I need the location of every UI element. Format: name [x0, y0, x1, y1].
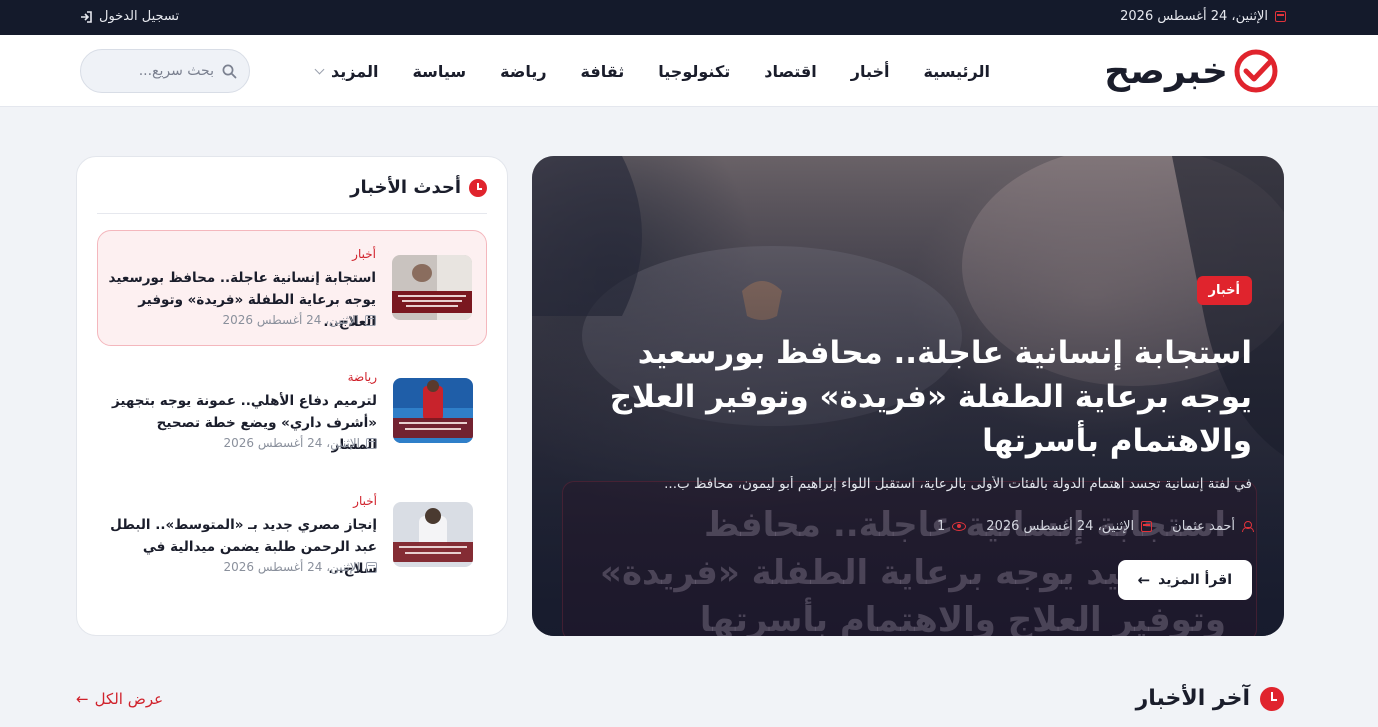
hero-views: 1	[937, 519, 967, 534]
current-date-text: الإثنين، 24 أغسطس 2026	[1120, 9, 1268, 24]
latest-news-title: أحدث الأخبار	[350, 177, 461, 198]
calendar-icon	[1141, 521, 1153, 532]
logo-text: خبرصح	[1104, 50, 1229, 92]
news-date-text: الإثنين، 24 أغسطس 2026	[222, 313, 359, 327]
nav-item-politics[interactable]: سياسة	[412, 62, 466, 81]
nav-item-economy[interactable]: اقتصاد	[764, 62, 816, 81]
main-nav: الرئيسية أخبار اقتصاد تكنولوجيا ثقافة ري…	[314, 62, 991, 81]
hero-date-text: الإثنين، 24 أغسطس 2026	[986, 519, 1135, 534]
eye-icon	[952, 522, 967, 531]
nav-item-news[interactable]: أخبار	[851, 62, 890, 81]
nav-item-home[interactable]: الرئيسية	[924, 62, 991, 81]
chevron-down-icon	[314, 64, 325, 75]
sign-in-icon	[81, 10, 92, 23]
search-icon[interactable]	[222, 64, 237, 79]
read-more-label: اقرأ المزيد	[1158, 572, 1232, 588]
news-date: الإثنين، 24 أغسطس 2026	[223, 436, 377, 450]
hero-author-name: أحمد عثمان	[1172, 519, 1235, 534]
view-all-label: عرض الكل	[94, 690, 164, 708]
nav-more-label: المزيد	[331, 62, 379, 81]
news-thumbnail	[392, 255, 472, 320]
user-icon	[1242, 521, 1254, 532]
news-category[interactable]: أخبار	[352, 247, 376, 261]
hero-inset-image: استجابة إنسانية عاجلة.. محافظ بورسعيد يوج…	[562, 481, 1257, 636]
hero-article[interactable]: استجابة إنسانية عاجلة.. محافظ بورسعيد يوج…	[532, 156, 1284, 636]
top-bar: الإثنين، 24 أغسطس 2026 تسجيل الدخول	[0, 0, 1378, 35]
list-item[interactable]: أخبار استجابة إنسانية عاجلة.. محافظ بورس…	[97, 230, 487, 346]
read-more-button[interactable]: اقرأ المزيد ←	[1117, 560, 1252, 600]
latest-news-section-heading: آخر الأخبار	[1136, 686, 1284, 711]
hero-excerpt: في لفتة إنسانية تجسد اهتمام الدولة بالفئ…	[664, 476, 1252, 492]
list-item[interactable]: رياضة لترميم دفاع الأهلي.. عمونة يوجه بت…	[97, 354, 487, 470]
hero-category-badge[interactable]: أخبار	[1196, 276, 1252, 305]
nav-item-culture[interactable]: ثقافة	[581, 62, 625, 81]
hero-meta: أحمد عثمان الإثنين، 24 أغسطس 2026 1	[937, 519, 1254, 534]
site-logo[interactable]: خبرصح	[1104, 47, 1280, 95]
news-thumbnail	[393, 502, 473, 567]
hero-title[interactable]: استجابة إنسانية عاجلة.. محافظ بورسعيد يو…	[572, 331, 1252, 463]
login-link[interactable]: تسجيل الدخول	[80, 9, 179, 24]
calendar-icon	[365, 314, 376, 326]
nav-item-more[interactable]: المزيد	[314, 62, 379, 81]
calendar-icon	[366, 561, 377, 573]
search-input[interactable]	[104, 63, 214, 79]
site-header: خبرصح الرئيسية أخبار اقتصاد تكنولوجيا ثق…	[0, 35, 1378, 107]
nav-item-technology[interactable]: تكنولوجيا	[658, 62, 730, 81]
login-label: تسجيل الدخول	[99, 9, 180, 24]
news-date: الإثنين، 24 أغسطس 2026	[222, 313, 376, 327]
check-circle-logo-icon	[1234, 49, 1278, 93]
hero-author: أحمد عثمان	[1172, 519, 1254, 534]
clock-icon	[1260, 686, 1284, 711]
clock-icon	[469, 178, 487, 197]
arrow-left-icon: ←	[76, 689, 89, 708]
latest-news-heading: أحدث الأخبار	[350, 177, 487, 198]
news-date-text: الإثنين، 24 أغسطس 2026	[223, 436, 360, 450]
news-category[interactable]: أخبار	[353, 494, 377, 508]
list-item[interactable]: أخبار إنجاز مصري جديد بـ «المتوسط».. الب…	[97, 478, 487, 594]
news-date-text: الإثنين، 24 أغسطس 2026	[223, 560, 360, 574]
news-category[interactable]: رياضة	[348, 370, 377, 384]
calendar-icon	[1275, 11, 1286, 22]
current-date: الإثنين، 24 أغسطس 2026	[1120, 9, 1286, 24]
calendar-icon	[366, 437, 377, 449]
nav-item-sports[interactable]: رياضة	[500, 62, 546, 81]
view-all-link[interactable]: عرض الكل ←	[76, 690, 163, 708]
hero-date: الإثنين، 24 أغسطس 2026	[986, 519, 1153, 534]
news-date: الإثنين، 24 أغسطس 2026	[223, 560, 377, 574]
news-thumbnail	[393, 378, 473, 443]
search-box	[80, 49, 250, 93]
hero-views-count: 1	[937, 519, 946, 534]
latest-news-panel: أحدث الأخبار أخبار استجابة إنسانية عاجلة…	[76, 156, 508, 636]
section-title-text: آخر الأخبار	[1135, 686, 1250, 711]
divider	[97, 213, 487, 214]
arrow-left-icon: ←	[1137, 570, 1151, 589]
